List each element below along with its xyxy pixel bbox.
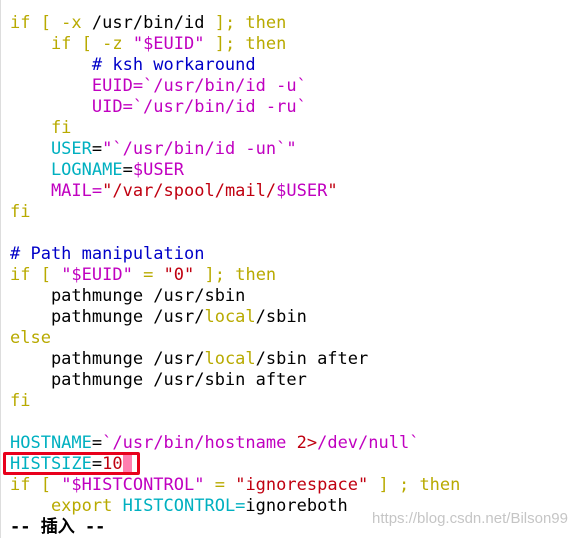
code-line[interactable]: pathmunge /usr/local/sbin: [10, 307, 460, 328]
code-line[interactable]: HOSTNAME=`/usr/bin/hostname 2>/dev/null`: [10, 433, 460, 454]
code-token: HOSTNAME: [10, 433, 92, 453]
code-token: pathmunge /usr/sbin after: [10, 370, 307, 390]
code-line[interactable]: else: [10, 328, 460, 349]
code-line[interactable]: # ksh workaround: [10, 55, 460, 76]
code-token: /usr/bin/id: [91, 13, 215, 33]
code-line[interactable]: USER="`/usr/bin/id -un`": [10, 139, 460, 160]
watermark: https://blog.csdn.net/Bilson99: [372, 510, 568, 527]
code-token: local: [204, 307, 256, 327]
code-token: "`/usr/bin/id -un`": [102, 139, 297, 159]
code-line[interactable]: LOGNAME=$USER: [10, 160, 460, 181]
code-token: "0": [163, 265, 195, 285]
code-token: UID=`/usr/bin/id -ru`: [10, 97, 307, 117]
code-token: ]; then: [194, 265, 277, 285]
code-line[interactable]: fi: [10, 118, 460, 139]
code-token: =: [204, 475, 236, 495]
code-token: fi: [10, 118, 72, 138]
code-token: /dev/null`: [317, 433, 420, 453]
code-token: pathmunge /usr/sbin: [10, 286, 246, 306]
code-token: "$EUID": [132, 34, 205, 54]
code-token: =: [132, 265, 164, 285]
code-line[interactable]: [10, 223, 460, 244]
code-token: ]; then: [204, 34, 287, 54]
code-token: "$HISTCONTROL": [61, 475, 205, 495]
code-line[interactable]: EUID=`/usr/bin/id -u`: [10, 76, 460, 97]
code-token: local: [204, 349, 256, 369]
code-token: EUID=`/usr/bin/id -u`: [10, 76, 307, 96]
code-token: ] ; then: [368, 475, 461, 495]
code-token: `/usr/bin/hostname: [102, 433, 297, 453]
code-line[interactable]: # Path manipulation: [10, 244, 460, 265]
code-token: LOGNAME: [10, 160, 123, 180]
code-token: if [: [10, 475, 62, 495]
code-token: /sbin after: [255, 349, 369, 369]
code-token: "/var/spool/mail/: [102, 181, 277, 201]
code-token: 2>: [296, 433, 318, 453]
code-token: =: [122, 160, 133, 180]
code-token: HISTCONTROL=: [122, 496, 246, 516]
code-line[interactable]: if [ "$HISTCONTROL" = "ignorespace" ] ; …: [10, 475, 460, 496]
code-line[interactable]: pathmunge /usr/sbin after: [10, 370, 460, 391]
code-token: ]; then: [214, 13, 287, 33]
code-token: if [ -z: [10, 34, 133, 54]
code-token: pathmunge /usr/: [10, 349, 205, 369]
code-token: if [ -x: [10, 13, 92, 33]
code-line[interactable]: pathmunge /usr/local/sbin after: [10, 349, 460, 370]
code-line[interactable]: if [ "$EUID" = "0" ]; then: [10, 265, 460, 286]
code-line[interactable]: fi: [10, 391, 460, 412]
code-token: $USER: [276, 181, 328, 201]
code-token: ": [327, 181, 338, 201]
code-token: if [: [10, 265, 62, 285]
code-token: # Path manipulation: [10, 244, 205, 264]
code-token: /sbin: [255, 307, 307, 327]
code-token: ignoreboth: [245, 496, 348, 516]
code-line[interactable]: if [ -x /usr/bin/id ]; then: [10, 13, 460, 34]
code-token: "ignorespace": [235, 475, 369, 495]
code-token: =: [91, 433, 103, 453]
code-token: export: [10, 496, 123, 516]
code-token: else: [10, 328, 51, 348]
code-line[interactable]: UID=`/usr/bin/id -ru`: [10, 97, 460, 118]
code-token: "$EUID": [61, 265, 133, 285]
code-line[interactable]: MAIL="/var/spool/mail/$USER": [10, 181, 460, 202]
code-line[interactable]: [10, 412, 460, 433]
code-line[interactable]: if [ -z "$EUID" ]; then: [10, 34, 460, 55]
code-token: fi: [10, 391, 31, 411]
code-token: # ksh workaround: [10, 55, 256, 75]
code-line[interactable]: fi: [10, 202, 460, 223]
code-token: pathmunge /usr/: [10, 307, 205, 327]
code-token: =: [91, 139, 103, 159]
code-line[interactable]: pathmunge /usr/sbin: [10, 286, 460, 307]
code-token: fi: [10, 202, 31, 222]
code-token: MAIL=: [10, 181, 103, 201]
highlight-box: [3, 452, 140, 475]
code-token: USER: [10, 139, 92, 159]
code-token: $USER: [132, 160, 185, 180]
